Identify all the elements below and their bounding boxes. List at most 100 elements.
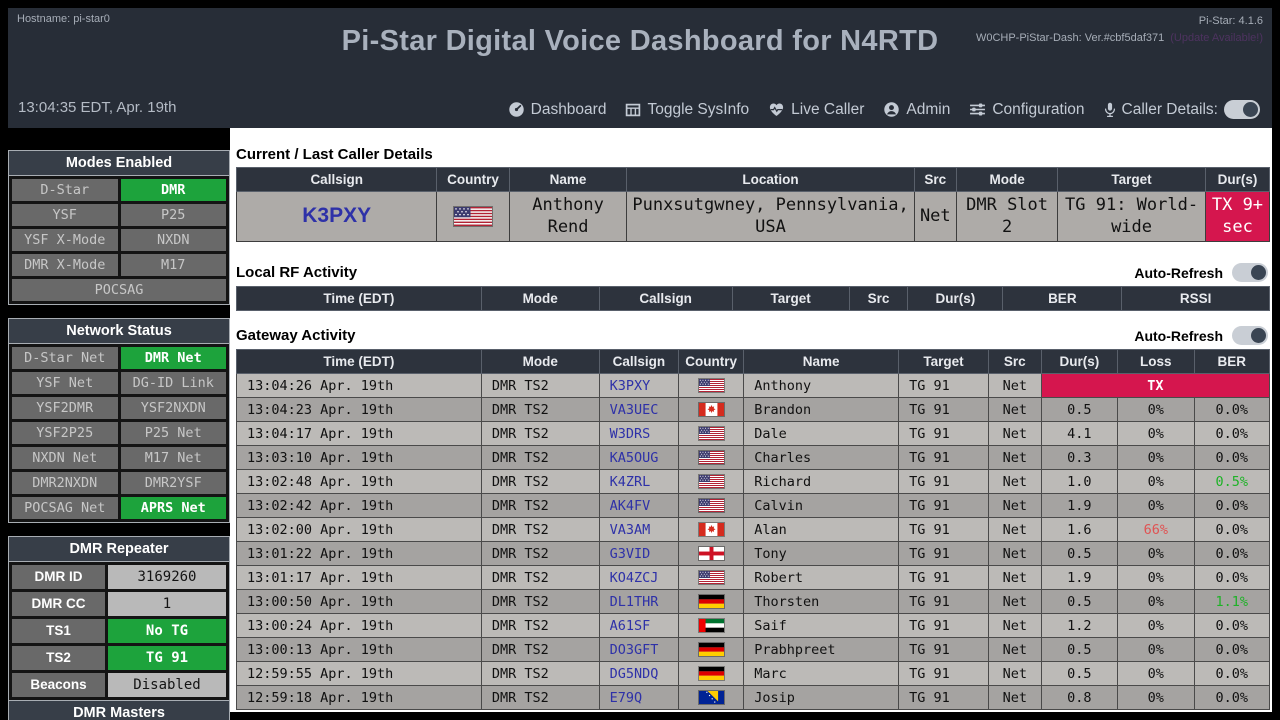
col-target: Target [899,350,989,374]
microphone-icon [1104,102,1116,118]
local-rf-table: Time (EDT)ModeCallsignTargetSrcDur(s)BER… [236,286,1270,311]
callsign-link[interactable]: K3PXY [610,378,651,394]
nav-toggle-sysinfo[interactable]: Toggle SysInfo [625,101,749,119]
cell-mode: DMR Slot 2 [956,192,1057,242]
col-mode: Mode [956,168,1057,192]
cell-name: Marc [744,662,899,686]
cell-target: TG 91 [899,518,989,542]
cell-mode: DMR TS2 [481,614,599,638]
update-notice[interactable]: (Update Available!) [1170,32,1263,44]
cell-src: Net [988,614,1041,638]
caller-details-toggle[interactable] [1224,100,1260,119]
cell-dur: TX 9+ sec [1205,192,1269,242]
cell-mode: DMR TS2 [481,398,599,422]
gateway-row: 13:01:22 Apr. 19thDMR TS2G3VIDTonyTG 91N… [237,542,1270,566]
cell-callsign: AK4FV [599,494,679,518]
toggle-knob [1251,328,1266,343]
repeater-label-dmr-cc: DMR CC [12,592,105,616]
callsign-link[interactable]: DL1THR [610,594,659,610]
gateway-table: Time (EDT)ModeCallsignCountryNameTargetS… [236,349,1270,710]
callsign-link[interactable]: KA5OUG [610,450,659,466]
cell-src: Net [914,192,956,242]
flag-us-icon [698,474,725,489]
callsign-link[interactable]: W3DRS [610,426,651,442]
content: Modes Enabled D-StarDMRYSFP25YSF X-ModeN… [8,128,1280,712]
cell-target: TG 91: World-wide [1058,192,1206,242]
nav-caller-details[interactable]: Caller Details: [1104,100,1260,119]
gateway-row: 13:03:10 Apr. 19thDMR TS2KA5OUGCharlesTG… [237,446,1270,470]
nav-live-caller[interactable]: Live Caller [768,101,864,119]
gateway-heading: Gateway Activity [236,327,356,344]
grid-icon [625,102,641,118]
cell-src: Net [988,590,1041,614]
cell-country [679,518,744,542]
cell-time: 13:02:48 Apr. 19th [237,470,482,494]
callsign-link[interactable]: G3VID [610,546,651,562]
callsign-link[interactable]: KO4ZCJ [610,570,659,586]
cell-callsign: VA3AM [599,518,679,542]
nav-admin[interactable]: Admin [883,101,950,119]
cell-dur: 0.5 [1041,398,1117,422]
cell-time: 12:59:55 Apr. 19th [237,662,482,686]
cell-tx: TX [1041,374,1269,398]
cell-ber: 0.0% [1194,494,1269,518]
cell-ber: 0.0% [1194,422,1269,446]
pistar-version: Pi-Star: 4.1.6 [976,13,1263,30]
repeater-value-ts2: TG 91 [108,646,226,670]
mode-p25: P25 [121,204,227,226]
cell-loss: 0% [1118,638,1194,662]
cell-mode: DMR TS2 [481,662,599,686]
dmr-repeater-panel: DMR Repeater DMR ID3169260DMR CC1TS1No T… [8,536,230,720]
cell-country [437,192,509,242]
cell-country [679,686,744,710]
cell-name: Prabhpreet [744,638,899,662]
cell-dur: 0.5 [1041,542,1117,566]
callsign-link[interactable]: A61SF [610,618,651,634]
callsign-link[interactable]: K3PXY [302,204,371,227]
cell-callsign: K3PXY [599,374,679,398]
header: Hostname: pi-star0 Pi-Star: 4.1.6 W0CHP-… [8,8,1272,128]
cell-callsign: KA5OUG [599,446,679,470]
caller-row: K3PXYAnthony RendPunxsutgwney, Pennsylva… [237,192,1270,242]
dash-version: W0CHP-PiStar-Dash: Ver.#cbf5daf371 [976,32,1164,44]
nav-configuration[interactable]: Configuration [969,101,1084,119]
cell-country [679,422,744,446]
callsign-link[interactable]: AK4FV [610,498,651,514]
repeater-value-beacons: Disabled [108,673,226,697]
callsign-link[interactable]: K4ZRL [610,474,651,490]
cell-time: 13:00:50 Apr. 19th [237,590,482,614]
net-dmr-net: DMR Net [121,347,227,369]
callsign-link[interactable]: VA3UEC [610,402,659,418]
col-ber: BER [1194,350,1269,374]
callsign-link[interactable]: VA3AM [610,522,651,538]
callsign-link[interactable]: DO3GFT [610,642,659,658]
col-country: Country [437,168,509,192]
cell-name: Brandon [744,398,899,422]
local-rf-heading: Local RF Activity [236,264,357,281]
mode-m17: M17 [121,254,227,276]
cell-country [679,566,744,590]
cell-time: 13:03:10 Apr. 19th [237,446,482,470]
cell-name: Robert [744,566,899,590]
cell-target: TG 91 [899,614,989,638]
cell-mode: DMR TS2 [481,566,599,590]
callsign-link[interactable]: E79Q [610,690,643,706]
col-rssi: RSSI [1122,287,1270,311]
toggle-knob [1243,102,1258,117]
gateway-autorefresh-label: Auto-Refresh [1134,328,1223,344]
cell-country [679,470,744,494]
cell-loss: 0% [1118,494,1194,518]
gateway-autorefresh-toggle[interactable] [1232,326,1268,345]
local-rf-autorefresh-toggle[interactable] [1232,263,1268,282]
callsign-link[interactable]: DG5NDQ [610,666,659,682]
cell-src: Net [988,566,1041,590]
cell-dur: 0.5 [1041,638,1117,662]
local-rf-autorefresh-label: Auto-Refresh [1134,265,1223,281]
net-dmr2ysf: DMR2YSF [121,472,227,494]
net-pocsag-net: POCSAG Net [12,497,118,519]
pi-star-dashboard: Hostname: pi-star0 Pi-Star: 4.1.6 W0CHP-… [0,0,1280,720]
nav-dashboard[interactable]: Dashboard [508,101,607,119]
cell-dur: 1.0 [1041,470,1117,494]
gateway-row: 13:00:13 Apr. 19thDMR TS2DO3GFTPrabhpree… [237,638,1270,662]
cell-loss: 0% [1118,542,1194,566]
